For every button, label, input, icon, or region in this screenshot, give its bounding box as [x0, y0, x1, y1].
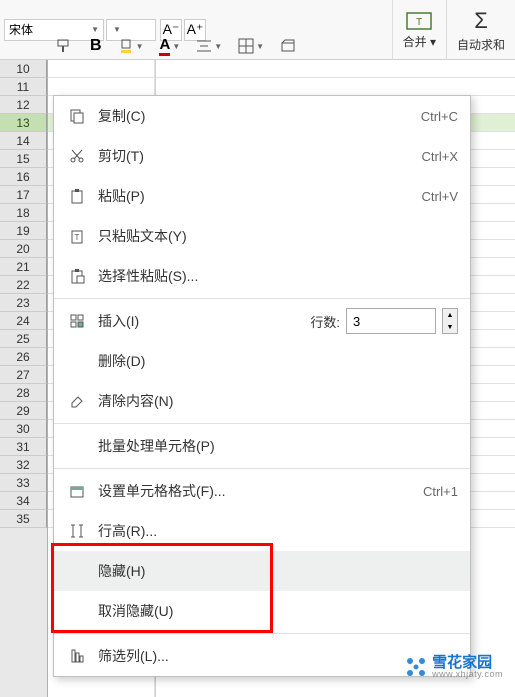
menu-paste-text[interactable]: T 只粘贴文本(Y) [54, 216, 470, 256]
cell-style-button[interactable] [276, 34, 300, 58]
row-header[interactable]: 20 [0, 240, 47, 258]
watermark-url: www.xhjaty.com [432, 670, 503, 679]
chevron-down-icon: ▼ [172, 42, 180, 51]
chevron-down-icon: ▼ [91, 25, 99, 34]
copy-icon [66, 105, 88, 127]
row-header[interactable]: 24 [0, 312, 47, 330]
sigma-icon: Σ [474, 8, 488, 34]
row-header[interactable]: 19 [0, 222, 47, 240]
autosum-label: 自动求和 [457, 36, 505, 53]
font-color-icon: A [159, 36, 170, 56]
chevron-down-icon: ▼ [256, 42, 264, 51]
scissors-icon [66, 145, 88, 167]
border-icon [238, 38, 254, 54]
paste-special-icon [66, 265, 88, 287]
row-header[interactable]: 14 [0, 132, 47, 150]
grid-row[interactable] [48, 78, 515, 96]
menu-separator [54, 633, 470, 634]
chevron-down-icon: ▼ [136, 42, 144, 51]
row-header[interactable]: 10 [0, 60, 47, 78]
merge-icon: T [405, 11, 433, 31]
row-header[interactable]: 31 [0, 438, 47, 456]
watermark-title: 雪花家园 [432, 655, 503, 670]
insert-icon [66, 310, 88, 332]
menu-copy[interactable]: 复制(C) Ctrl+C [54, 96, 470, 136]
menu-clear[interactable]: 清除内容(N) [54, 381, 470, 421]
row-header[interactable]: 34 [0, 492, 47, 510]
row-header[interactable]: 33 [0, 474, 47, 492]
bold-button[interactable]: B [86, 34, 106, 58]
watermark: 雪花家园 www.xhjaty.com [404, 655, 503, 679]
row-header[interactable]: 13 [0, 114, 47, 132]
menu-insert[interactable]: 插入(I) 行数: ▲ ▼ [54, 301, 470, 341]
row-header[interactable]: 21 [0, 258, 47, 276]
merge-label: 合并 ▾ [403, 33, 436, 50]
borders-button[interactable]: ▼ [234, 34, 268, 58]
menu-paste-special[interactable]: 选择性粘贴(S)... [54, 256, 470, 296]
toolbar: 宋体 ▼ ▼ A⁻ A⁺ B ▼ A ▼ ▼ [0, 0, 515, 60]
paste-text-icon: T [66, 225, 88, 247]
row-header[interactable]: 27 [0, 366, 47, 384]
eraser-icon [66, 390, 88, 412]
row-height-icon [66, 520, 88, 542]
spin-up-button[interactable]: ▲ [443, 309, 457, 321]
rows-count-spinner[interactable]: ▲ ▼ [442, 308, 458, 334]
paste-icon [66, 185, 88, 207]
font-color-button[interactable]: A ▼ [155, 34, 184, 58]
menu-hide[interactable]: 隐藏(H) [54, 551, 470, 591]
row-header[interactable]: 35 [0, 510, 47, 528]
row-header[interactable]: 22 [0, 276, 47, 294]
row-header[interactable]: 26 [0, 348, 47, 366]
menu-delete[interactable]: 删除(D) [54, 341, 470, 381]
format-painter-button[interactable] [52, 34, 78, 58]
row-header[interactable]: 15 [0, 150, 47, 168]
fill-color-button[interactable]: ▼ [114, 34, 148, 58]
paint-bucket-icon [118, 38, 134, 54]
align-icon [196, 39, 212, 53]
row-header[interactable]: 17 [0, 186, 47, 204]
merge-button[interactable]: T 合并 ▾ [392, 0, 446, 60]
chevron-down-icon: ▼ [113, 25, 121, 34]
filter-icon [66, 645, 88, 667]
format-icon [66, 480, 88, 502]
menu-format-cells[interactable]: 设置单元格格式(F)... Ctrl+1 [54, 471, 470, 511]
row-header[interactable]: 30 [0, 420, 47, 438]
row-header[interactable]: 25 [0, 330, 47, 348]
cell-icon [280, 38, 296, 54]
row-header[interactable]: 18 [0, 204, 47, 222]
font-name-value: 宋体 [9, 21, 33, 38]
row-header[interactable]: 12 [0, 96, 47, 114]
row-header[interactable]: 16 [0, 168, 47, 186]
row-header[interactable]: 32 [0, 456, 47, 474]
rows-count-input[interactable] [346, 308, 436, 334]
svg-text:T: T [75, 233, 80, 242]
menu-batch[interactable]: 批量处理单元格(P) [54, 426, 470, 466]
format-painter-icon [56, 38, 74, 54]
autosum-button[interactable]: Σ 自动求和 [446, 0, 515, 60]
row-header[interactable]: 28 [0, 384, 47, 402]
menu-cut[interactable]: 剪切(T) Ctrl+X [54, 136, 470, 176]
svg-text:T: T [416, 17, 422, 28]
row-headers-column: 1011121314151617181920212223242526272829… [0, 60, 48, 697]
menu-separator [54, 298, 470, 299]
grid-row[interactable] [48, 60, 515, 78]
menu-unhide[interactable]: 取消隐藏(U) [54, 591, 470, 631]
menu-paste[interactable]: 粘贴(P) Ctrl+V [54, 176, 470, 216]
row-header[interactable]: 23 [0, 294, 47, 312]
rows-count-label: 行数: [310, 312, 340, 331]
menu-separator [54, 423, 470, 424]
menu-separator [54, 468, 470, 469]
snowflake-icon [404, 655, 428, 679]
menu-row-height[interactable]: 行高(R)... [54, 511, 470, 551]
align-button[interactable]: ▼ [192, 34, 226, 58]
row-header[interactable]: 11 [0, 78, 47, 96]
row-header[interactable]: 29 [0, 402, 47, 420]
spin-down-button[interactable]: ▼ [443, 321, 457, 333]
context-menu: 复制(C) Ctrl+C 剪切(T) Ctrl+X 粘贴(P) Ctrl+V T… [53, 95, 471, 677]
chevron-down-icon: ▼ [214, 42, 222, 51]
